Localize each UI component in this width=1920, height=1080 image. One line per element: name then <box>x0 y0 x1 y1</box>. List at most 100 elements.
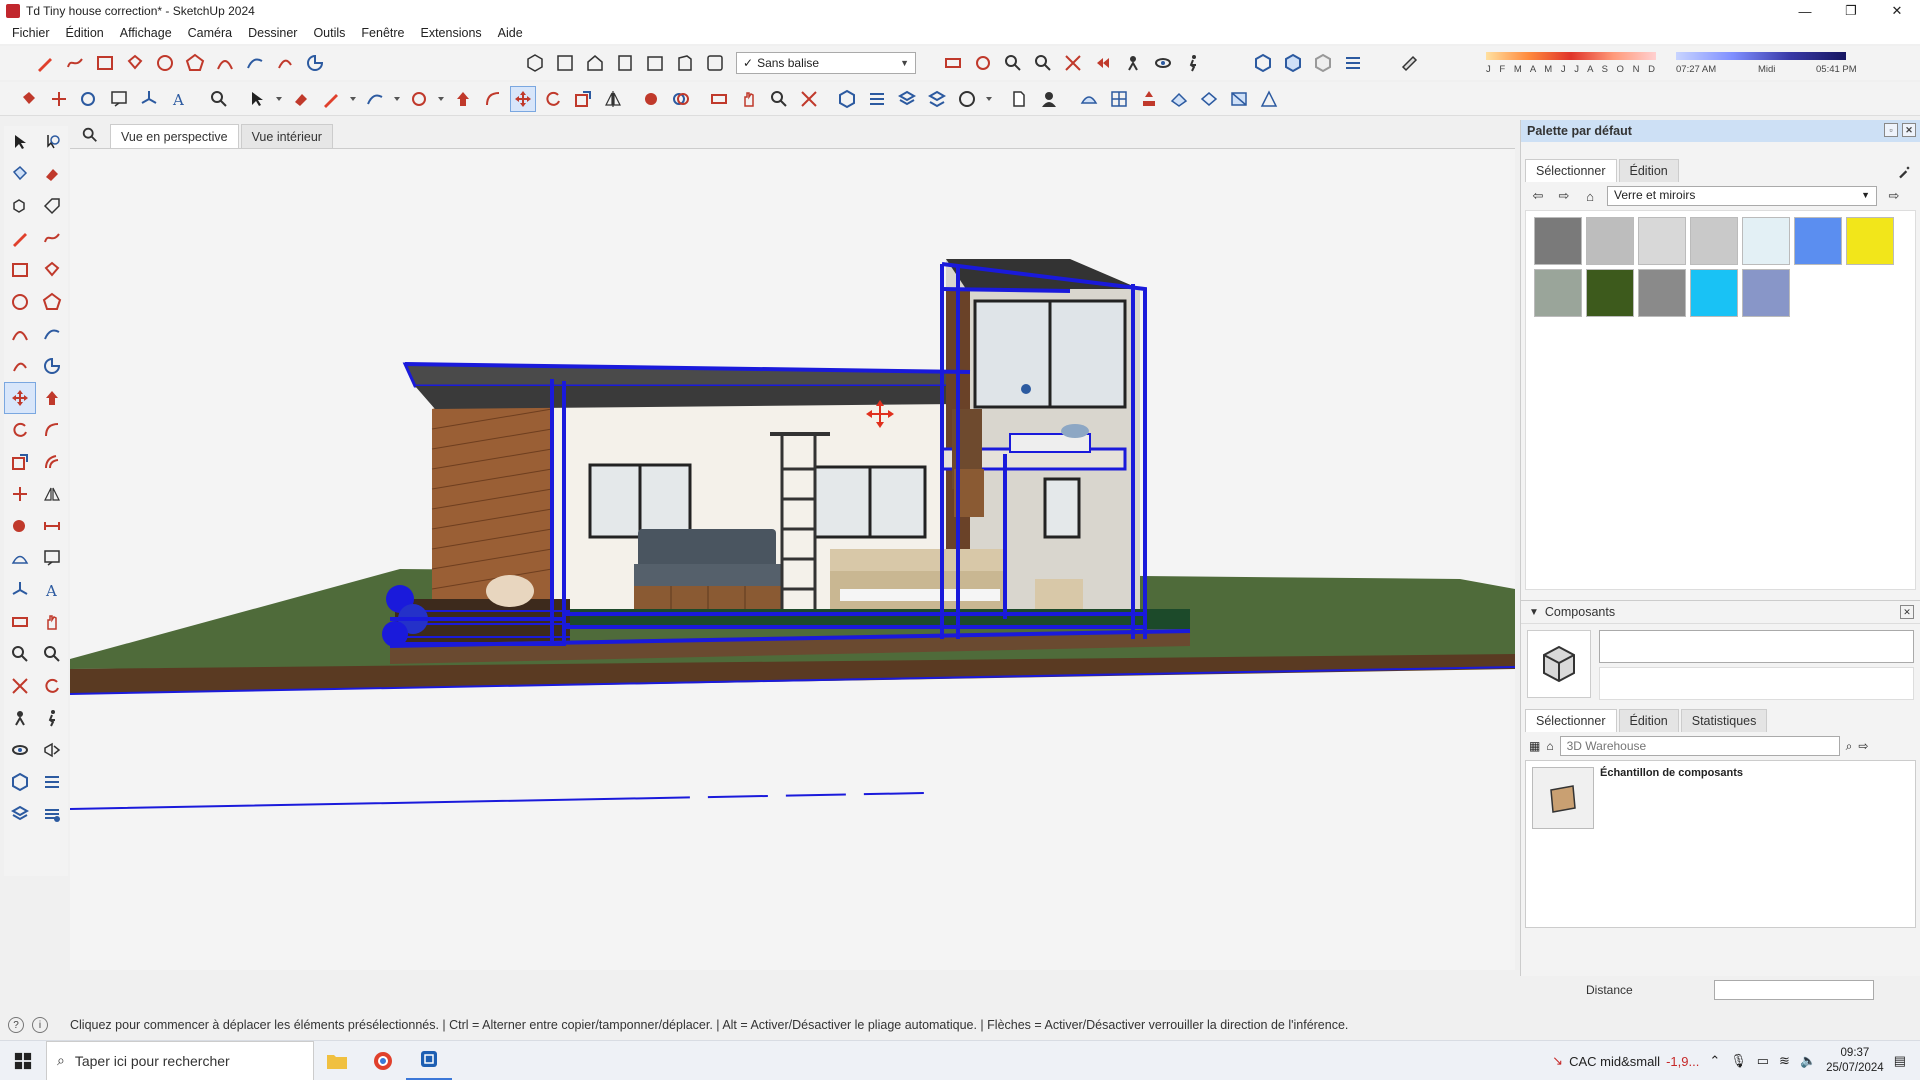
components-panel-header[interactable]: ▼ Composants ✕ <box>1521 600 1920 624</box>
menu-outils[interactable]: Outils <box>305 26 353 40</box>
walk-icon[interactable] <box>1180 50 1206 76</box>
component-name-field[interactable] <box>1599 630 1914 663</box>
position-camera-icon[interactable] <box>1120 50 1146 76</box>
sandbox-smoove-icon[interactable] <box>1076 86 1102 112</box>
tape-measure-icon[interactable] <box>4 510 36 542</box>
notifications-icon[interactable]: ▤ <box>1894 1053 1906 1069</box>
tab-vue-interieur[interactable]: Vue intérieur <box>240 124 333 148</box>
walk-icon[interactable] <box>36 702 68 734</box>
details-arrow-icon[interactable]: ⇨ <box>1858 739 1868 753</box>
details-arrow-icon[interactable]: ⇨ <box>1885 187 1903 205</box>
text-icon[interactable] <box>36 542 68 574</box>
menu-aide[interactable]: Aide <box>490 26 531 40</box>
flip-icon[interactable] <box>36 478 68 510</box>
collection-select[interactable]: Verre et miroirs ▼ <box>1607 186 1877 206</box>
scale-icon[interactable] <box>4 446 36 478</box>
push-pull-icon[interactable] <box>36 382 68 414</box>
shapes-dropdown-icon[interactable] <box>406 86 432 112</box>
chevron-down-icon[interactable] <box>984 86 994 112</box>
rectangle-icon[interactable] <box>92 50 118 76</box>
orbit-icon[interactable] <box>36 606 68 638</box>
eraser-icon[interactable] <box>36 158 68 190</box>
two-point-arc-icon[interactable] <box>242 50 268 76</box>
menu-fenetre[interactable]: Fenêtre <box>353 26 412 40</box>
arc-icon[interactable] <box>212 50 238 76</box>
material-swatch[interactable] <box>1690 217 1738 265</box>
eraser-icon[interactable] <box>288 86 314 112</box>
polygon-icon[interactable] <box>36 286 68 318</box>
front-view-icon[interactable] <box>582 50 608 76</box>
menu-affichage[interactable]: Affichage <box>112 26 180 40</box>
model-viewport[interactable] <box>70 148 1515 970</box>
rectangle-icon[interactable] <box>4 254 36 286</box>
menu-extensions[interactable]: Extensions <box>413 26 490 40</box>
xray-style-icon[interactable] <box>834 86 860 112</box>
tape-measure-icon[interactable] <box>76 86 102 112</box>
material-swatch[interactable] <box>1586 217 1634 265</box>
axes-tool-icon[interactable] <box>136 86 162 112</box>
section-plane-icon[interactable] <box>940 50 966 76</box>
view-options-icon[interactable]: ▦ <box>1529 739 1540 753</box>
material-swatch[interactable] <box>1794 217 1842 265</box>
orbit-icon[interactable] <box>970 50 996 76</box>
intersect-icon[interactable] <box>668 86 694 112</box>
search-icon[interactable] <box>70 122 110 148</box>
sandbox-grid-icon[interactable] <box>1106 86 1132 112</box>
rotated-rectangle-icon[interactable] <box>122 50 148 76</box>
close-icon[interactable]: ✕ <box>1902 123 1916 137</box>
3d-text-icon[interactable]: A <box>36 574 68 606</box>
paint-bucket-icon[interactable] <box>4 158 36 190</box>
material-swatch[interactable] <box>1534 217 1582 265</box>
new-document-icon[interactable] <box>1006 86 1032 112</box>
style-hidden-line-icon[interactable] <box>1310 50 1336 76</box>
select-icon[interactable] <box>4 126 36 158</box>
restore-button[interactable]: ❐ <box>1828 0 1874 22</box>
material-swatch[interactable] <box>1638 217 1686 265</box>
position-camera-icon[interactable] <box>4 702 36 734</box>
tab-vue-en-perspective[interactable]: Vue en perspective <box>110 124 239 148</box>
zoom-extents-2-icon[interactable] <box>796 86 822 112</box>
menu-edition[interactable]: Édition <box>58 26 112 40</box>
chevron-down-icon[interactable] <box>348 86 358 112</box>
3d-text-icon[interactable]: A <box>166 86 192 112</box>
section-display-icon[interactable] <box>36 734 68 766</box>
circle-icon[interactable] <box>152 50 178 76</box>
sandbox-add-detail-icon[interactable] <box>1256 86 1282 112</box>
push-pull-icon[interactable] <box>450 86 476 112</box>
tab-selectionner[interactable]: Sélectionner <box>1525 709 1617 732</box>
pan-icon[interactable] <box>736 86 762 112</box>
user-icon[interactable] <box>1036 86 1062 112</box>
three-point-arc-icon[interactable] <box>4 350 36 382</box>
style-shaded-icon[interactable] <box>1340 50 1366 76</box>
zoom-window-icon[interactable] <box>1030 50 1056 76</box>
rotated-rectangle-icon[interactable] <box>36 254 68 286</box>
market-widget[interactable]: ↘ CAC mid&small -1,9... <box>1552 1053 1699 1069</box>
axes-tool-icon[interactable] <box>4 574 36 606</box>
forward-arrow-icon[interactable]: ⇨ <box>1555 187 1573 205</box>
chevron-up-icon[interactable]: ⌃ <box>1709 1053 1720 1069</box>
freehand-icon[interactable] <box>62 50 88 76</box>
tiny-house-model[interactable] <box>70 149 1515 970</box>
clock[interactable]: 09:37 25/07/2024 <box>1826 1046 1884 1076</box>
offset-icon[interactable] <box>36 446 68 478</box>
pie-icon[interactable] <box>36 350 68 382</box>
arc-icon[interactable] <box>4 318 36 350</box>
solid-tools-icon[interactable] <box>36 766 68 798</box>
section-plane-2-icon[interactable] <box>706 86 732 112</box>
text-icon[interactable] <box>106 86 132 112</box>
tag-icon[interactable] <box>36 190 68 222</box>
material-swatch[interactable] <box>1846 217 1894 265</box>
protractor-icon[interactable] <box>4 542 36 574</box>
layers-settings-icon[interactable] <box>36 798 68 830</box>
polygon-icon[interactable] <box>182 50 208 76</box>
tab-statistiques[interactable]: Statistiques <box>1680 709 1768 732</box>
chrome-icon[interactable] <box>360 1041 406 1080</box>
axes-icon[interactable] <box>4 478 36 510</box>
back-arrow-icon[interactable]: ⇦ <box>1529 187 1547 205</box>
iso-view-icon[interactable] <box>522 50 548 76</box>
search-icon[interactable] <box>206 86 232 112</box>
rotate-icon[interactable] <box>540 86 566 112</box>
material-swatch[interactable] <box>1586 269 1634 317</box>
move-icon[interactable] <box>510 85 536 112</box>
tab-selectionner[interactable]: Sélectionner <box>1525 159 1617 182</box>
